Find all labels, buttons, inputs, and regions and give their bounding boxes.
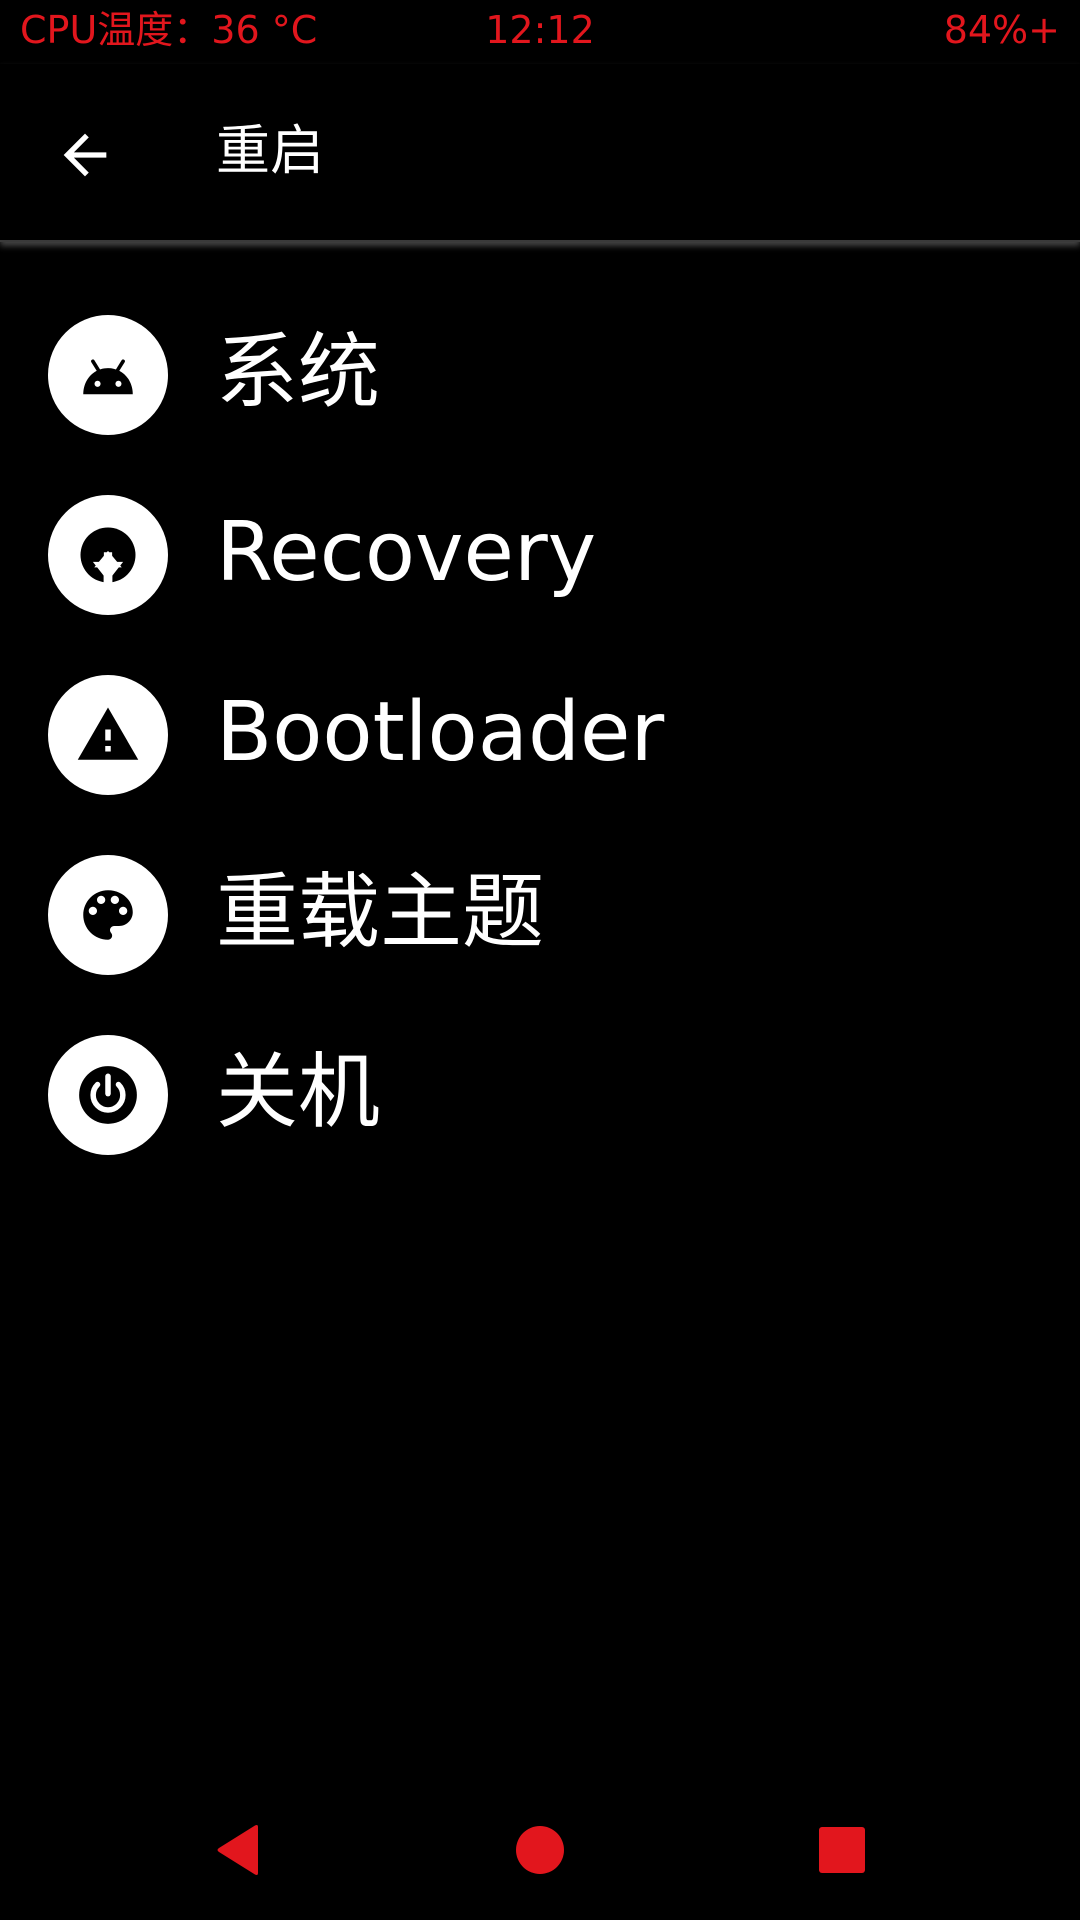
battery-level: 84%+ — [943, 8, 1060, 52]
menu-icon-circle — [48, 315, 168, 435]
menu-item-label: Recovery — [216, 505, 597, 600]
page-title: 重启 — [216, 119, 324, 182]
menu-item-power-off[interactable]: 关机 — [0, 1005, 1080, 1185]
recovery-arrows-icon — [80, 527, 136, 583]
menu-item-label: 重载主题 — [216, 865, 545, 960]
palette-icon — [83, 890, 133, 940]
clock: 12:12 — [485, 8, 595, 52]
nav-back-button[interactable] — [208, 1820, 268, 1880]
back-button[interactable] — [40, 110, 130, 200]
arrow-back-icon — [63, 133, 107, 177]
menu-icon-circle — [48, 1035, 168, 1155]
menu-item-label: Bootloader — [216, 685, 665, 780]
menu-item-label: 关机 — [216, 1045, 381, 1140]
nav-home-button[interactable] — [510, 1820, 570, 1880]
menu-item-reload-theme[interactable]: 重载主题 — [0, 825, 1080, 1005]
menu-item-system[interactable]: 系统 — [0, 285, 1080, 465]
menu-item-label: 系统 — [216, 325, 381, 420]
triangle-back-icon — [217, 1825, 258, 1875]
nav-recents-button[interactable] — [812, 1820, 872, 1880]
square-recents-icon — [819, 1827, 865, 1873]
menu-item-recovery[interactable]: Recovery — [0, 465, 1080, 645]
navigation-bar — [0, 1800, 1080, 1896]
android-icon — [83, 359, 133, 395]
circle-home-icon — [516, 1826, 564, 1874]
app-bar: 重启 — [0, 64, 1080, 242]
menu-item-bootloader[interactable]: Bootloader — [0, 645, 1080, 825]
power-icon — [79, 1066, 137, 1124]
menu-icon-circle — [48, 855, 168, 975]
menu-icon-circle — [48, 495, 168, 615]
warning-triangle-icon — [77, 707, 139, 760]
menu-icon-circle — [48, 675, 168, 795]
status-bar: CPU温度：36 °C 12:12 84%+ — [0, 0, 1080, 64]
